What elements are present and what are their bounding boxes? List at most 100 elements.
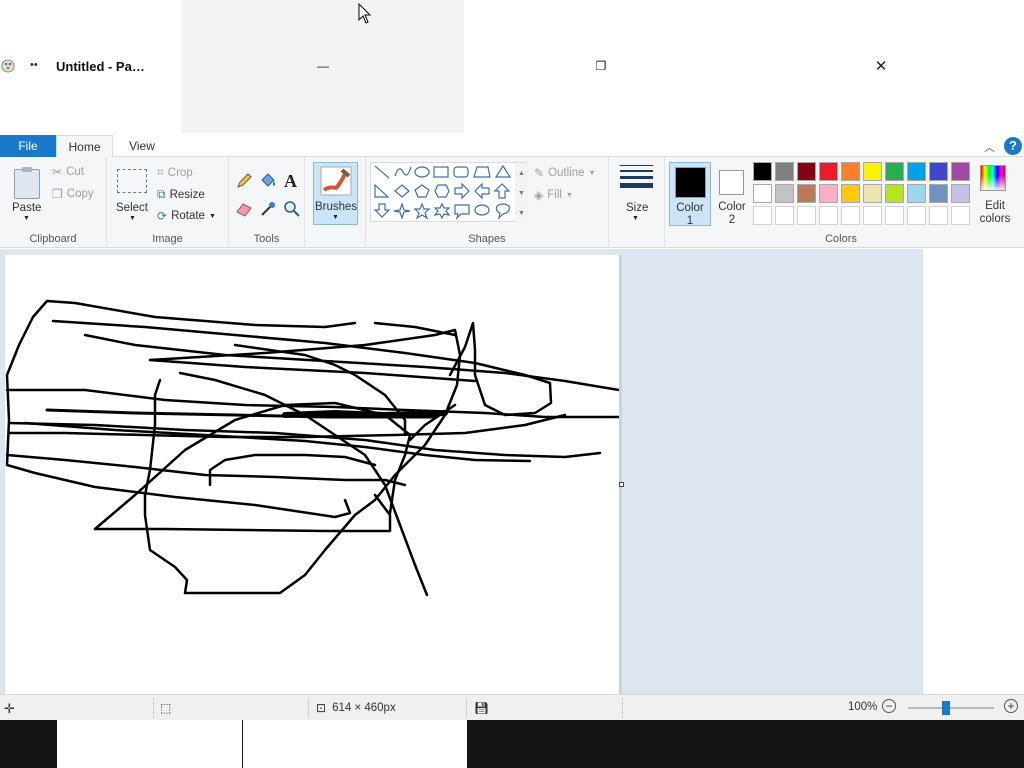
fill-bucket-icon[interactable] [258, 172, 278, 190]
palette-color-swatch[interactable] [775, 162, 794, 181]
pentagon-shape-icon[interactable] [414, 184, 430, 198]
copy-button[interactable]: ❐ Copy [52, 187, 94, 201]
oval-shape-icon[interactable] [414, 166, 430, 178]
palette-color-swatch[interactable] [819, 184, 838, 203]
palette-custom-slot[interactable] [929, 206, 948, 225]
palette-color-swatch[interactable] [797, 184, 816, 203]
left-arrow-shape-icon[interactable] [474, 182, 490, 200]
palette-color-swatch[interactable] [841, 184, 860, 203]
brushes-dropdown-icon: ▼ [332, 214, 339, 221]
down-arrow-shape-icon[interactable] [373, 203, 391, 218]
right-arrow-shape-icon[interactable] [454, 182, 470, 200]
magnifier-icon[interactable] [283, 200, 301, 218]
taskbar-window-thumbnail[interactable] [243, 720, 467, 768]
palette-custom-slot[interactable] [951, 206, 970, 225]
palette-color-swatch[interactable] [775, 184, 794, 203]
color-picker-icon[interactable] [259, 200, 277, 218]
shapes-group: ▲ ▼ ▼ ✎ Outline ▼ ◈ Fill ▼ Shapes [365, 157, 609, 248]
zoom-in-button[interactable]: + [1004, 699, 1018, 713]
triangle-shape-icon[interactable] [494, 164, 512, 178]
rotate-dropdown-icon: ▼ [208, 212, 216, 220]
rotate-button[interactable]: ⟳ Rotate ▼ [157, 209, 216, 223]
palette-color-swatch[interactable] [753, 162, 772, 181]
resize-button[interactable]: ⧉ Resize [157, 187, 205, 202]
up-arrow-shape-icon[interactable] [493, 183, 511, 199]
line-thickness-icon [620, 165, 653, 192]
palette-custom-slot[interactable] [885, 206, 904, 225]
pencil-icon[interactable] [235, 172, 253, 190]
palette-custom-slot[interactable] [907, 206, 926, 225]
five-point-star-shape-icon[interactable] [413, 202, 431, 220]
palette-custom-slot[interactable] [797, 206, 816, 225]
palette-custom-slot[interactable] [775, 206, 794, 225]
tab-view[interactable]: View [114, 135, 170, 157]
tab-home[interactable]: Home [56, 135, 113, 158]
paint-app-icon[interactable] [0, 58, 16, 74]
outline-button[interactable]: ✎ Outline ▼ [534, 166, 595, 180]
quick-access-toolbar-chevron-icon[interactable]: •• [30, 59, 38, 71]
oval-callout-shape-icon[interactable] [474, 204, 490, 216]
restore-button[interactable]: ❐ [586, 54, 616, 78]
collapse-ribbon-icon[interactable]: ︿ [984, 139, 995, 155]
canvas-workspace [0, 249, 923, 694]
palette-color-swatch[interactable] [885, 162, 904, 181]
paste-button[interactable]: Paste ▼ [6, 159, 48, 225]
color-1-button[interactable]: Color 1 [669, 162, 711, 227]
palette-color-swatch[interactable] [819, 162, 838, 181]
palette-custom-slot[interactable] [819, 206, 838, 225]
palette-color-swatch[interactable] [885, 184, 904, 203]
tab-file[interactable]: File [0, 135, 56, 157]
diamond-shape-icon[interactable] [394, 184, 410, 198]
right-triangle-shape-icon[interactable] [374, 183, 390, 198]
palette-color-swatch[interactable] [797, 162, 816, 181]
zoom-out-button[interactable]: − [882, 699, 896, 713]
edit-colors-button[interactable]: Edit colors [975, 160, 1015, 226]
palette-color-swatch[interactable] [951, 184, 970, 203]
brushes-button[interactable]: Brushes ▼ [313, 162, 358, 225]
status-bar: ✛ ⬚ ⊡ 614 × 460px 💾︎ 100% − + [0, 694, 1024, 720]
palette-color-swatch[interactable] [951, 162, 970, 181]
zoom-slider-thumb[interactable] [941, 701, 950, 715]
taskbar-window-thumbnail[interactable] [57, 720, 242, 768]
cloud-callout-shape-icon[interactable] [495, 203, 510, 220]
palette-color-swatch[interactable] [907, 162, 926, 181]
svg-text:▼: ▼ [518, 210, 525, 217]
fill-button[interactable]: ◈ Fill ▼ [534, 188, 573, 202]
palette-color-swatch[interactable] [929, 162, 948, 181]
four-point-star-shape-icon[interactable] [393, 202, 411, 220]
palette-color-swatch[interactable] [863, 184, 882, 203]
size-button[interactable]: Size ▼ [615, 160, 657, 226]
hexagon-shape-icon[interactable] [434, 184, 450, 198]
rectangle-shape-icon[interactable] [433, 166, 449, 178]
drawing-canvas[interactable] [5, 255, 621, 694]
minimize-button[interactable]: — [308, 54, 338, 78]
disk-icon: 💾︎ [474, 701, 490, 715]
select-button[interactable]: Select ▼ [113, 159, 157, 225]
cut-button[interactable]: ✂ Cut [52, 165, 84, 179]
palette-custom-slot[interactable] [863, 206, 882, 225]
close-button[interactable]: ✕ [866, 54, 896, 78]
six-point-star-shape-icon[interactable] [433, 202, 451, 220]
help-icon[interactable]: ? [1004, 137, 1022, 155]
palette-color-swatch[interactable] [929, 184, 948, 203]
palette-custom-slot[interactable] [841, 206, 860, 225]
palette-color-swatch[interactable] [907, 184, 926, 203]
palette-color-swatch[interactable] [863, 162, 882, 181]
polygon-shape-icon[interactable] [473, 166, 491, 178]
eraser-icon[interactable] [235, 201, 253, 217]
select-label: Select [116, 202, 148, 214]
color-2-button[interactable]: Color 2 [713, 162, 751, 226]
palette-color-swatch[interactable] [841, 162, 860, 181]
crop-button[interactable]: ⌗ Crop [157, 165, 193, 180]
selection-size: ⬚ [160, 701, 171, 715]
rounded-rectangle-shape-icon[interactable] [453, 166, 469, 178]
line-shape-icon[interactable] [374, 165, 390, 179]
canvas-resize-handle[interactable] [619, 482, 624, 487]
zoom-out-icon: − [882, 699, 896, 713]
palette-color-swatch[interactable] [753, 184, 772, 203]
text-tool-icon[interactable]: A [284, 171, 297, 192]
palette-custom-slot[interactable] [753, 206, 772, 225]
curve-shape-icon[interactable] [394, 166, 412, 177]
rounded-callout-shape-icon[interactable] [454, 204, 470, 220]
zoom-slider-track[interactable] [908, 707, 994, 709]
